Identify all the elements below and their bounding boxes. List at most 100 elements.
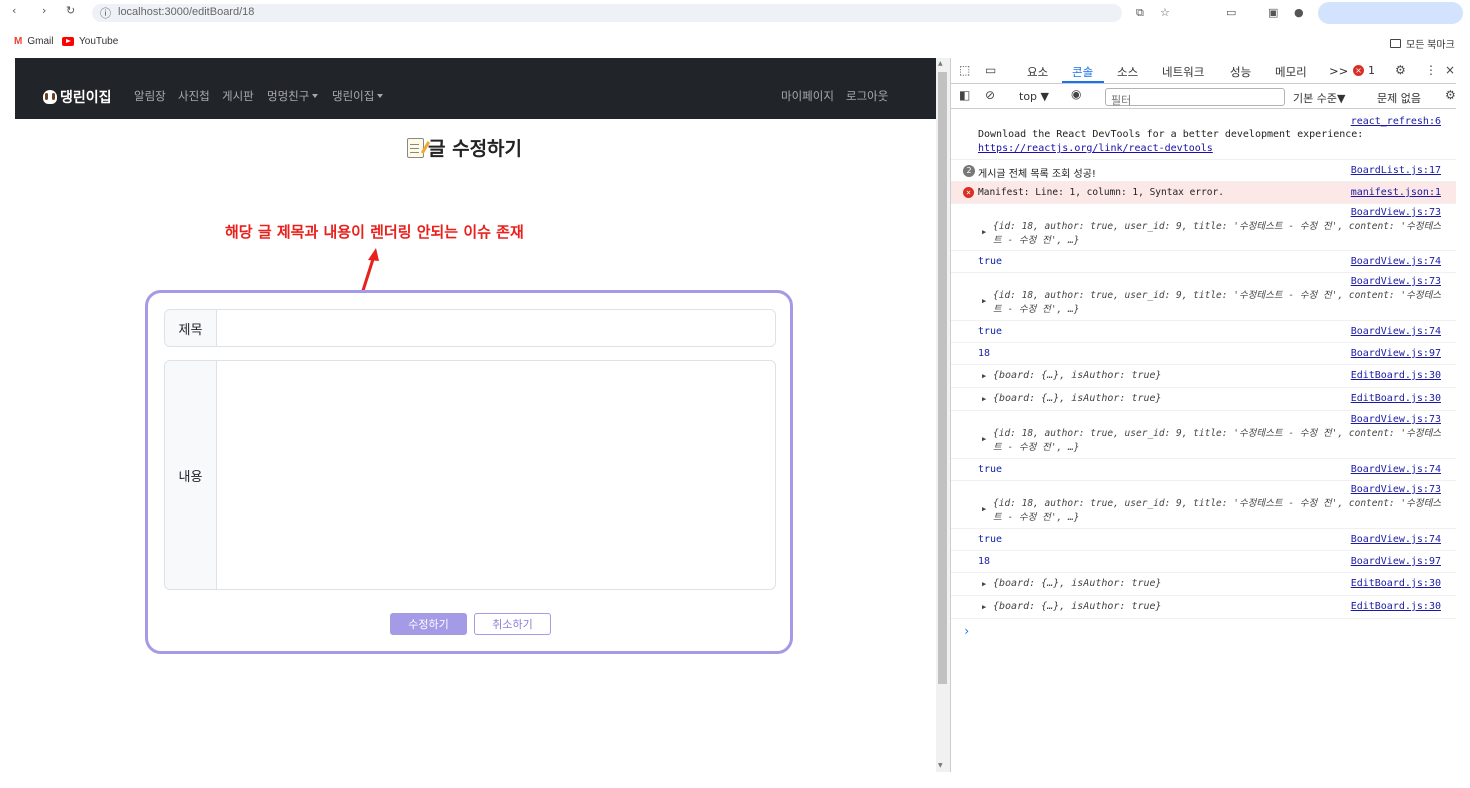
active-tab-indicator <box>1062 81 1104 83</box>
reload-icon[interactable]: ↻ <box>66 4 75 17</box>
message-text: true <box>978 534 1003 545</box>
tab-elements[interactable]: 요소 <box>1027 64 1048 80</box>
expand-triangle-icon[interactable]: ▶ <box>982 372 986 380</box>
source-link[interactable]: react_refresh:6 <box>1351 116 1441 127</box>
tab-search-icon[interactable]: ▣ <box>1268 6 1278 19</box>
settings-gear-icon[interactable]: ⚙ <box>1395 63 1406 77</box>
tab-sources[interactable]: 소스 <box>1117 64 1138 80</box>
page-title: 글 수정하기 <box>407 134 522 161</box>
expand-triangle-icon[interactable]: ▶ <box>982 435 986 443</box>
source-link[interactable]: BoardList.js:17 <box>1351 165 1441 176</box>
page-scrollbar-thumb[interactable] <box>938 72 947 684</box>
log-level-dropdown[interactable]: 기본 수준▼ <box>1293 90 1345 106</box>
avatar-icon[interactable]: ● <box>1294 6 1304 19</box>
source-link[interactable]: BoardView.js:73 <box>1351 276 1441 287</box>
nav-item-board[interactable]: 게시판 <box>222 88 254 104</box>
expand-triangle-icon[interactable]: ▶ <box>982 603 986 611</box>
clear-console-icon[interactable]: ⊘ <box>985 88 995 102</box>
more-tabs-icon[interactable]: >> <box>1329 64 1348 78</box>
source-link[interactable]: BoardView.js:74 <box>1351 256 1441 267</box>
gmail-icon: M <box>14 36 23 47</box>
site-info-icon[interactable]: ⓘ <box>100 5 111 21</box>
expand-triangle-icon[interactable]: ▶ <box>982 395 986 403</box>
context-selector[interactable]: top ▼ <box>1019 90 1049 103</box>
console-object[interactable]: ▶ {board: {…}, isAuthor: true} EditBoard… <box>951 596 1456 619</box>
all-bookmarks[interactable]: 모든 북마크 <box>1390 36 1455 51</box>
scroll-up-icon[interactable]: ▲ <box>938 60 943 67</box>
source-link[interactable]: EditBoard.js:30 <box>1351 370 1441 381</box>
source-link[interactable]: EditBoard.js:30 <box>1351 578 1441 589</box>
devtools-link[interactable]: https://reactjs.org/link/react-devtools <box>978 143 1213 154</box>
extension-icon[interactable]: ▭ <box>1226 6 1236 19</box>
issues-count[interactable]: 문제 없음 <box>1377 90 1421 106</box>
submit-button[interactable]: 수정하기 <box>390 613 467 635</box>
console-object[interactable]: BoardView.js:73 ▶ {id: 18, author: true,… <box>951 481 1456 529</box>
context-label: top <box>1019 90 1038 103</box>
filter-input[interactable] <box>1106 92 1284 109</box>
console-settings-gear-icon[interactable]: ⚙ <box>1445 88 1456 102</box>
console-toolbar: ◧ ⊘ top ▼ ◉ 기본 수준▼ 문제 없음 ⚙ <box>951 85 1456 109</box>
nav-item-mypage[interactable]: 마이페이지 <box>781 88 834 104</box>
expand-triangle-icon[interactable]: ▶ <box>982 505 986 513</box>
title-input[interactable] <box>217 310 775 346</box>
error-badge-icon[interactable]: × <box>1353 65 1364 76</box>
object-preview: {id: 18, author: true, user_id: 9, title… <box>993 290 1442 315</box>
tab-performance[interactable]: 성능 <box>1230 64 1251 80</box>
source-link[interactable]: BoardView.js:74 <box>1351 464 1441 475</box>
console-prompt-icon[interactable]: › <box>963 624 970 638</box>
expand-triangle-icon[interactable]: ▶ <box>982 228 986 236</box>
source-link[interactable]: BoardView.js:73 <box>1351 207 1441 218</box>
profile-pill[interactable] <box>1318 2 1463 24</box>
nav-item-dog-friends[interactable]: 멍멍친구 <box>267 88 319 104</box>
expand-triangle-icon[interactable]: ▶ <box>982 297 986 305</box>
source-link[interactable]: BoardView.js:97 <box>1351 556 1441 567</box>
source-link[interactable]: BoardView.js:97 <box>1351 348 1441 359</box>
console-object[interactable]: ▶ {board: {…}, isAuthor: true} EditBoard… <box>951 365 1456 388</box>
source-link[interactable]: BoardView.js:73 <box>1351 414 1441 425</box>
bookmark-youtube[interactable]: YouTube <box>62 36 118 47</box>
nav-item-logout[interactable]: 로그아웃 <box>846 88 888 104</box>
tab-network[interactable]: 네트워크 <box>1162 64 1204 80</box>
content-input-group: 내용 <box>164 360 776 590</box>
devtools-tabbar: ⬚ ▭ 요소 콘솔 소스 네트워크 성능 메모리 >> × 1 ⚙ ⋮ × <box>951 58 1456 84</box>
expand-triangle-icon[interactable]: ▶ <box>982 580 986 588</box>
install-icon[interactable]: ⧉ <box>1136 6 1144 20</box>
source-link[interactable]: EditBoard.js:30 <box>1351 393 1441 404</box>
inspect-icon[interactable]: ⬚ <box>959 63 970 77</box>
navbar: 댕린이집 알림장 사진첩 게시판 멍멍친구 댕린이집 마이페이지 로그아웃 <box>15 58 936 119</box>
source-link[interactable]: manifest.json:1 <box>1351 187 1441 198</box>
source-link[interactable]: BoardView.js:73 <box>1351 484 1441 495</box>
repeat-count-badge: 2 <box>963 165 975 177</box>
console-object[interactable]: ▶ {board: {…}, isAuthor: true} EditBoard… <box>951 388 1456 411</box>
forward-icon[interactable]: › <box>42 4 46 17</box>
bookmark-gmail[interactable]: M Gmail <box>14 36 53 47</box>
console-message: 2 게시글 전체 목록 조회 성공! BoardList.js:17 <box>951 160 1456 182</box>
console-object[interactable]: BoardView.js:73 ▶ {id: 18, author: true,… <box>951 204 1456 251</box>
close-icon[interactable]: × <box>1445 63 1455 77</box>
source-link[interactable]: BoardView.js:74 <box>1351 534 1441 545</box>
nav-item-album[interactable]: 사진첩 <box>178 88 210 104</box>
tab-memory[interactable]: 메모리 <box>1275 64 1307 80</box>
tab-console[interactable]: 콘솔 <box>1072 64 1093 80</box>
console-object[interactable]: BoardView.js:73 ▶ {id: 18, author: true,… <box>951 273 1456 321</box>
sidebar-toggle-icon[interactable]: ◧ <box>959 88 970 102</box>
device-toolbar-icon[interactable]: ▭ <box>985 63 996 77</box>
cancel-button[interactable]: 취소하기 <box>474 613 551 635</box>
nav-item-notice[interactable]: 알림장 <box>134 88 166 104</box>
url-text: localhost:3000/editBoard/18 <box>118 6 255 18</box>
nav-item-daycare[interactable]: 댕린이집 <box>332 88 384 104</box>
brand-label: 댕린이집 <box>60 90 112 106</box>
source-link[interactable]: BoardView.js:74 <box>1351 326 1441 337</box>
console-object[interactable]: ▶ {board: {…}, isAuthor: true} EditBoard… <box>951 573 1456 596</box>
object-preview: {id: 18, author: true, user_id: 9, title… <box>993 498 1442 523</box>
brand-link[interactable]: 댕린이집 <box>43 87 112 107</box>
caret-down-icon <box>377 94 384 98</box>
back-icon[interactable]: ‹ <box>12 4 16 17</box>
scroll-down-icon[interactable]: ▼ <box>938 762 943 769</box>
eye-icon[interactable]: ◉ <box>1071 87 1081 101</box>
bookmark-star-icon[interactable]: ☆ <box>1160 6 1170 19</box>
kebab-menu-icon[interactable]: ⋮ <box>1425 63 1437 77</box>
source-link[interactable]: EditBoard.js:30 <box>1351 601 1441 612</box>
console-object[interactable]: BoardView.js:73 ▶ {id: 18, author: true,… <box>951 411 1456 459</box>
content-textarea[interactable] <box>217 361 775 589</box>
